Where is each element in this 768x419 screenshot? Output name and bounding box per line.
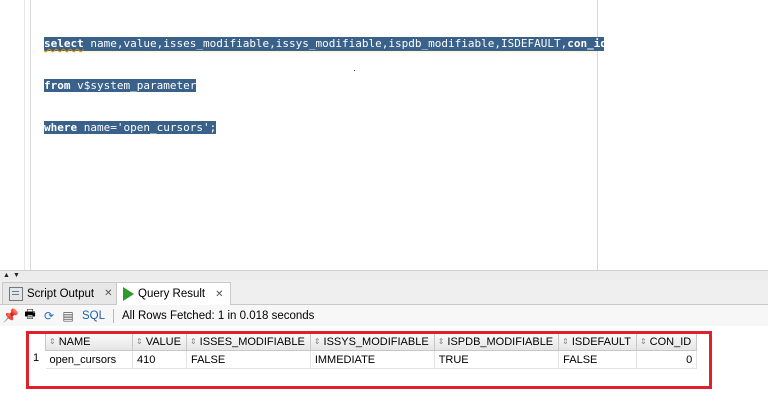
select-columns: name,value,isses_modifiable,issys_modifi…: [83, 37, 568, 50]
where-clause: name='open_cursors';: [77, 121, 217, 134]
output-tabbar: Script Output ✕ Query Result ✕: [0, 280, 768, 305]
refresh-icon[interactable]: ⟳: [41, 308, 57, 324]
result-grid-area: 1 ⇕ NAME ⇕ VALUE ⇕ ISSES_MODIFIABLE ⇕ ISSYS_…: [0, 326, 768, 419]
pin-icon[interactable]: 📌: [3, 308, 19, 324]
splitter-up-icon[interactable]: ▲: [3, 272, 10, 279]
tab-query-result[interactable]: Query Result ✕: [116, 282, 231, 305]
keyword-where: where: [44, 121, 78, 134]
play-icon: [123, 287, 134, 301]
column-header-label: NAME: [58, 335, 91, 348]
sql-code[interactable]: select name,value,isses_modifiable,issys…: [44, 9, 607, 163]
keyword-select: select: [44, 37, 84, 50]
cell-ispdb-modifiable[interactable]: TRUE: [434, 350, 560, 369]
cell-isdefault[interactable]: FALSE: [558, 350, 637, 369]
cell-isses-modifiable[interactable]: FALSE: [186, 350, 311, 369]
column-header-ispdb-modifiable[interactable]: ⇕ ISPDB_MODIFIABLE: [433, 332, 560, 351]
editor-caret: [354, 70, 355, 71]
sql-editor[interactable]: select name,value,isses_modifiable,issys…: [0, 0, 768, 270]
cell-con-id[interactable]: 0: [636, 350, 698, 369]
column-header-label: CON_ID: [649, 335, 692, 348]
code-line-2: from v$system_parameter: [44, 79, 604, 93]
toolbar-divider: [113, 308, 115, 323]
table-row[interactable]: open_cursors 410 FALSE IMMEDIATE TRUE FA…: [45, 350, 698, 369]
sql-link[interactable]: SQL: [82, 310, 105, 322]
keyword-from: from: [44, 79, 71, 92]
result-toolbar: 📌 🖶 ⟳ ▤ SQL All Rows Fetched: 1 in 0.018…: [0, 305, 768, 326]
sort-icon[interactable]: ⇕: [314, 337, 321, 346]
from-table: v$system_parameter: [70, 79, 197, 92]
code-line-3: where name='open_cursors';: [44, 121, 604, 135]
sort-icon[interactable]: ⇕: [640, 337, 647, 346]
close-icon[interactable]: ✕: [215, 289, 223, 300]
editor-gutter: [0, 0, 31, 270]
sort-icon[interactable]: ⇕: [190, 337, 197, 346]
sort-icon[interactable]: ⇕: [49, 337, 56, 346]
sort-icon[interactable]: ⇕: [562, 337, 569, 346]
print-icon[interactable]: 🖶: [22, 307, 38, 324]
column-header-issys-modifiable[interactable]: ⇕ ISSYS_MODIFIABLE: [309, 332, 435, 351]
column-con-id: con_id: [567, 37, 607, 50]
column-header-value[interactable]: ⇕ VALUE: [132, 332, 187, 351]
cell-issys-modifiable[interactable]: IMMEDIATE: [310, 350, 435, 369]
export-icon[interactable]: ▤: [60, 308, 76, 324]
column-header-name[interactable]: ⇕ NAME: [45, 332, 133, 351]
fetch-status: All Rows Fetched: 1 in 0.018 seconds: [122, 309, 315, 322]
script-icon: [9, 286, 23, 301]
column-header-label: ISDEFAULT: [571, 335, 631, 348]
sort-icon[interactable]: ⇕: [438, 337, 445, 346]
tab-script-output[interactable]: Script Output ✕: [2, 282, 120, 304]
grid-header-row: ⇕ NAME ⇕ VALUE ⇕ ISSES_MODIFIABLE ⇕ ISSYS_MO…: [45, 332, 698, 351]
column-header-label: VALUE: [145, 335, 181, 348]
splitter-down-icon[interactable]: ▼: [13, 272, 20, 279]
cell-value[interactable]: 410: [132, 350, 187, 369]
tab-label: Query Result: [138, 288, 206, 300]
column-header-label: ISSYS_MODIFIABLE: [323, 335, 429, 348]
sort-icon[interactable]: ⇕: [136, 337, 143, 346]
column-header-isses-modifiable[interactable]: ⇕ ISSES_MODIFIABLE: [185, 332, 311, 351]
result-grid[interactable]: ⇕ NAME ⇕ VALUE ⇕ ISSES_MODIFIABLE ⇕ ISSYS_MO…: [45, 332, 698, 369]
column-header-con-id[interactable]: ⇕ CON_ID: [635, 332, 698, 351]
cell-name[interactable]: open_cursors: [45, 350, 133, 369]
column-header-isdefault[interactable]: ⇕ ISDEFAULT: [558, 332, 637, 351]
tab-label: Script Output: [27, 287, 95, 300]
close-icon[interactable]: ✕: [104, 288, 112, 299]
column-header-label: ISSES_MODIFIABLE: [199, 335, 305, 348]
code-line-1: select name,value,isses_modifiable,issys…: [44, 37, 607, 51]
row-number: 1: [33, 352, 40, 364]
column-header-label: ISPDB_MODIFIABLE: [447, 335, 554, 348]
